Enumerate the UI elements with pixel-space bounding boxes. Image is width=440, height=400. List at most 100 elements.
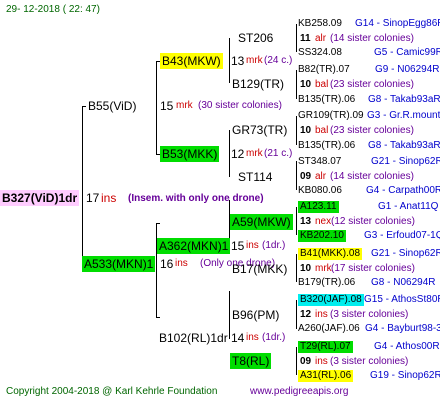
connector xyxy=(296,207,297,235)
g4-unit: mrk xyxy=(315,263,332,274)
g4-sister-count: 12 xyxy=(300,309,312,320)
g3-queen[interactable]: A59(MKW) xyxy=(230,214,293,230)
dam-unit: ins xyxy=(175,258,188,269)
g4-info: G8 - N06294R xyxy=(371,277,436,288)
g2-count: 13 xyxy=(231,54,245,68)
g4-queen[interactable]: KB202.10 xyxy=(298,230,346,242)
g3-queen[interactable]: ST114 xyxy=(236,169,274,185)
g2-unit: mrk xyxy=(246,55,263,66)
g4-info: G4 - Bayburt98-3 xyxy=(365,323,440,334)
root-queen[interactable]: B327(ViD)1dr xyxy=(0,190,80,206)
g4-info: G3 - Gr.R.mounta xyxy=(367,110,440,121)
g3-queen[interactable]: ST206 xyxy=(236,30,275,46)
connector xyxy=(156,317,160,318)
g2-unit: ins xyxy=(246,240,259,251)
root-count: 17 xyxy=(86,191,100,205)
g4-sister-count: 10 xyxy=(300,125,312,136)
connector xyxy=(296,347,297,375)
g4-queen[interactable]: KB080.06 xyxy=(298,185,342,197)
copyright: Copyright 2004-2018 @ Karl Kehrle Founda… xyxy=(6,386,218,397)
g3-queen[interactable]: GR73(TR) xyxy=(230,122,289,138)
root-note: (Insem. with only one drone) xyxy=(128,193,264,204)
g4-note: (12 sister colonies) xyxy=(331,216,415,227)
g4-note: (14 sister colonies) xyxy=(330,33,414,44)
g4-unit: ins xyxy=(315,356,328,367)
dam-queen[interactable]: A533(MKN)1 xyxy=(82,256,156,272)
g3-queen[interactable]: T8(RL) xyxy=(230,353,272,369)
g4-info: G1 - Anat11Q xyxy=(378,201,439,212)
connector xyxy=(296,70,297,99)
g2-queen-a362[interactable]: A362(MKN)1 xyxy=(157,238,231,254)
g2-note: (24 c.) xyxy=(264,55,293,66)
g2-queen-b102[interactable]: B102(RL)1dr xyxy=(157,330,230,346)
connector xyxy=(296,116,297,145)
g4-queen[interactable]: T29(RL).07 xyxy=(298,341,353,353)
g4-sister-count: 11 xyxy=(300,33,311,44)
g4-info: G4 - Athos00R xyxy=(374,341,440,352)
g4-queen[interactable]: A260(JAF).06 xyxy=(298,323,360,335)
g4-info: G19 - Sinop62R xyxy=(370,370,440,381)
g4-info: G14 - SinopEgg86R xyxy=(355,18,440,29)
g4-info: G4 - Carpath00R xyxy=(366,185,440,196)
g4-unit: alr xyxy=(315,171,327,182)
g4-queen[interactable]: GR109(TR).09 xyxy=(298,110,364,122)
g2-queen-b53[interactable]: B53(MKK) xyxy=(160,146,220,162)
sire-unit: mrk xyxy=(176,100,193,111)
g4-queen[interactable]: SS324.08 xyxy=(298,47,342,59)
g4-info: G8 - Takab93aR xyxy=(368,94,440,105)
g4-queen[interactable]: B135(TR).06 xyxy=(298,140,355,152)
g3-queen[interactable]: B96(PM) xyxy=(230,307,281,323)
g2-count: 12 xyxy=(231,147,245,161)
g4-queen[interactable]: A123.11 xyxy=(298,201,339,213)
g4-queen[interactable]: A31(RL).06 xyxy=(298,370,354,382)
g4-sister-count: 09 xyxy=(300,356,312,367)
sire-count: 15 xyxy=(160,99,174,113)
g2-unit: ins xyxy=(246,332,259,343)
g4-note: (23 sister colonies) xyxy=(330,79,414,90)
g4-info: G3 - Erfoud07-1Q xyxy=(364,230,440,241)
root-unit: ins xyxy=(101,191,117,205)
g2-unit: mrk xyxy=(246,148,263,159)
g4-note: (14 sister colonies) xyxy=(330,171,414,182)
g2-note: (21 c.) xyxy=(264,148,293,159)
g3-queen[interactable]: B17(MKK) xyxy=(230,261,289,277)
connector xyxy=(296,254,297,282)
g2-queen-b43[interactable]: B43(MKW) xyxy=(160,53,223,69)
connector xyxy=(156,223,160,224)
g4-sister-count: 09 xyxy=(300,171,312,182)
g4-info: G8 - Takab93aR xyxy=(368,140,440,151)
connector xyxy=(156,61,157,154)
connector xyxy=(296,161,297,190)
g4-note: (17 sister colonies) xyxy=(331,263,415,274)
g4-unit: alr xyxy=(315,33,327,44)
g4-sister-count: 10 xyxy=(300,263,312,274)
g4-queen[interactable]: B320(JAF).08 xyxy=(298,294,364,306)
connector xyxy=(82,106,83,264)
g3-queen[interactable]: B129(TR) xyxy=(230,76,286,92)
g4-queen[interactable]: B179(TR).06 xyxy=(298,277,355,289)
g4-unit: bal xyxy=(315,125,329,136)
g4-note: (3 sister colonies) xyxy=(330,356,409,367)
g4-info: G9 - N06294R xyxy=(375,64,440,75)
g4-info: G21 - Sinop62R xyxy=(371,156,440,167)
g4-unit: ins xyxy=(315,309,328,320)
g4-info: G15 - AthosSt80R xyxy=(364,294,440,305)
sire-note: (30 sister colonies) xyxy=(198,100,282,111)
g4-queen[interactable]: KB258.09 xyxy=(298,18,342,30)
g4-unit: nex xyxy=(315,216,332,227)
g4-queen[interactable]: B135(TR).06 xyxy=(298,94,355,106)
g2-count: 14 xyxy=(231,331,245,345)
g4-note: (3 sister colonies) xyxy=(330,309,409,320)
g2-note: (1dr.) xyxy=(262,332,286,343)
site-link[interactable]: www.pedigreeapis.org xyxy=(250,386,348,398)
g4-sister-count: 10 xyxy=(300,79,312,90)
g4-queen[interactable]: ST348.07 xyxy=(298,156,341,168)
g4-note: (23 sister colonies) xyxy=(330,125,414,136)
g4-queen[interactable]: B41(MKK).08 xyxy=(298,248,363,260)
g4-unit: bal xyxy=(315,79,329,90)
connector xyxy=(296,300,297,329)
g4-queen[interactable]: B82(TR).07 xyxy=(298,64,350,76)
connector xyxy=(296,24,297,52)
dam-count: 16 xyxy=(160,257,174,271)
sire-queen[interactable]: B55(ViD) xyxy=(86,98,138,114)
